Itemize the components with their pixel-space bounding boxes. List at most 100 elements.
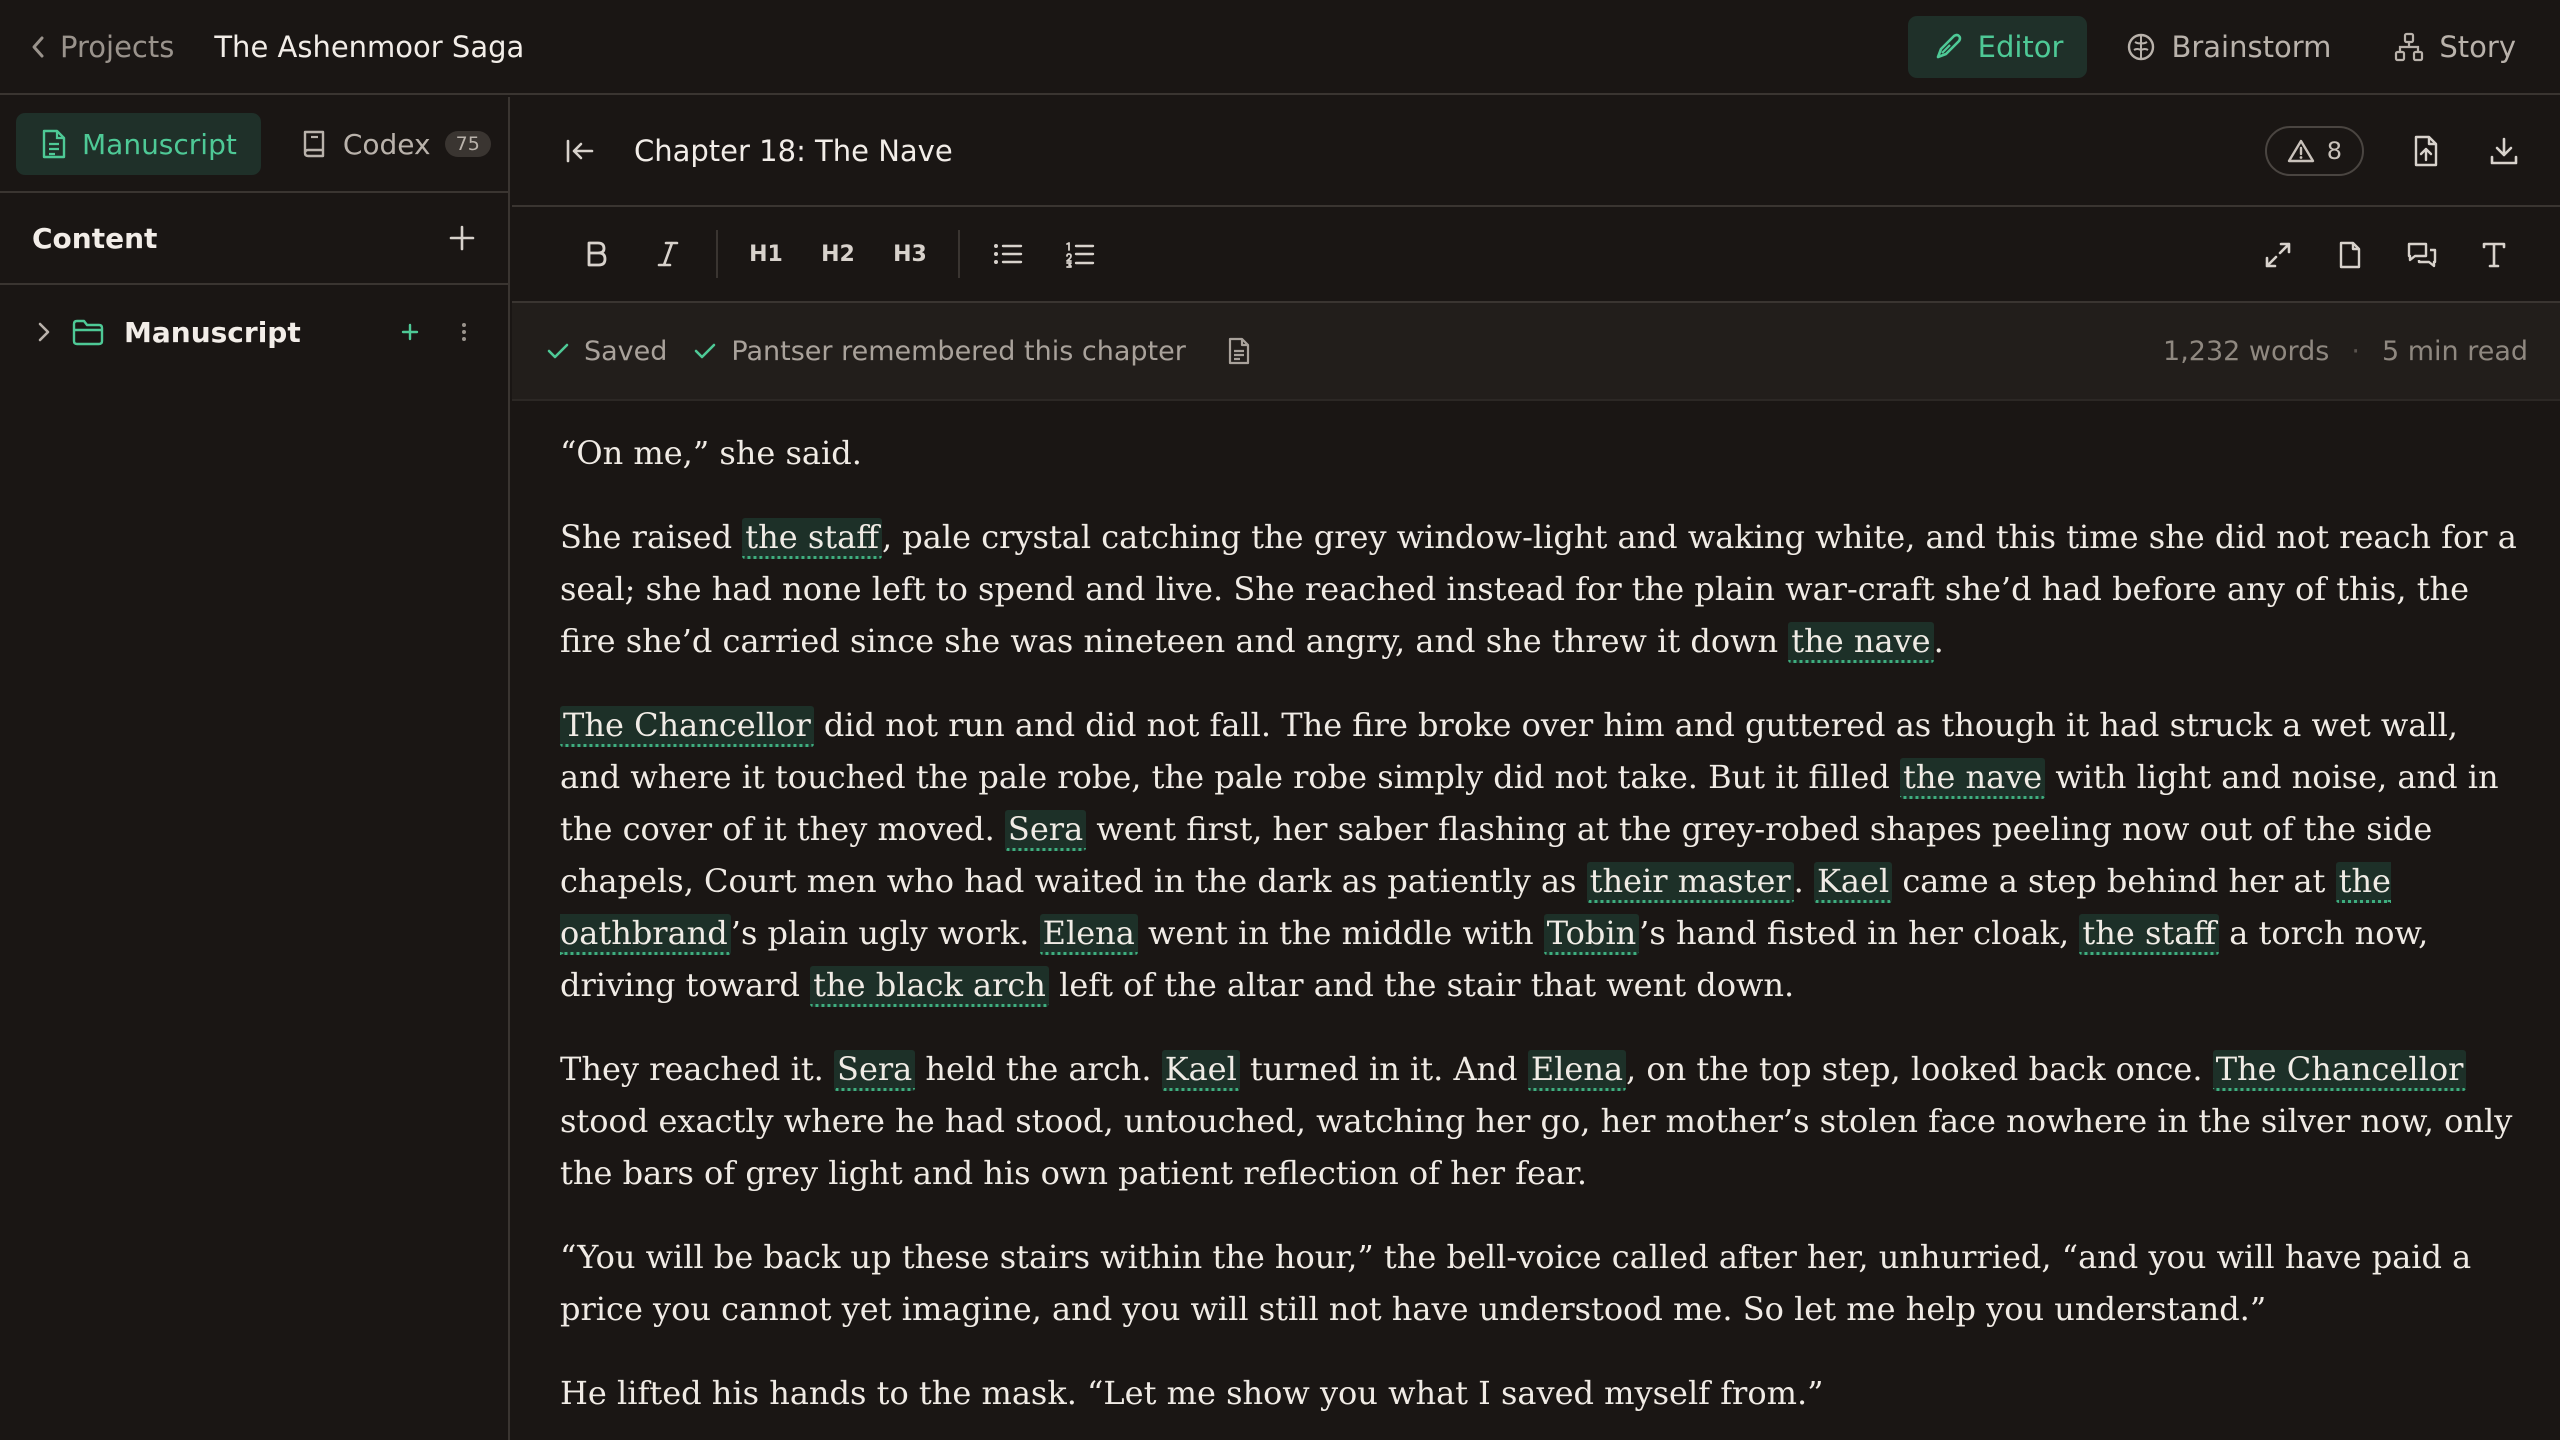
chapter-header: Chapter 18: The Nave 8 [512,97,2560,207]
top-bar: Projects The Ashenmoor Saga Editor Brain… [0,0,2560,95]
heading-1-button[interactable]: H1 [730,226,802,282]
content-title: Content [32,221,158,255]
notes-icon [1226,336,1252,366]
codex-entity-link[interactable]: the staff [742,518,882,559]
heading-2-button[interactable]: H2 [802,226,874,282]
sidebar-tab-codex-label: Codex [342,127,431,161]
bullet-list-icon [992,241,1024,267]
sidebar-tab-manuscript[interactable]: Manuscript [16,113,261,175]
project-title: The Ashenmoor Saga [214,29,525,64]
italic-button[interactable] [632,226,704,282]
codex-entity-link[interactable]: the nave [1899,758,2046,799]
text-type-icon [2480,241,2508,269]
download-button[interactable] [2488,135,2520,167]
tree-item-manuscript[interactable]: Manuscript [0,285,508,379]
add-to-manuscript-button[interactable] [400,322,420,342]
back-to-projects-link[interactable]: Projects [30,30,174,64]
collapse-sidebar-button[interactable] [564,137,596,165]
paragraph: She raised the staff, pale crystal catch… [560,511,2520,667]
numbered-list-icon [1064,240,1096,268]
editor-pane: Chapter 18: The Nave 8 H1 H2 H3 Saved Pa… [512,97,2560,1440]
view-tabs: Editor Brainstorm Story [1907,16,2540,78]
heading-3-button[interactable]: H3 [874,226,946,282]
word-count: 1,232 words [2163,335,2330,367]
toolbar-divider [716,230,718,278]
document-icon [40,128,68,160]
add-content-button[interactable] [448,224,476,252]
codex-entity-link[interactable]: Sera [1004,810,1087,851]
tab-editor-label: Editor [1977,30,2064,64]
remembered-status: Pantser remembered this chapter [693,335,1186,367]
chevron-right-icon[interactable] [36,320,52,344]
typography-button[interactable] [2458,227,2530,283]
tab-story[interactable]: Story [2369,16,2540,78]
plus-icon [448,224,476,252]
check-icon [546,341,570,361]
paragraph: They reached it. Sera held the arch. Kae… [560,1050,2513,1192]
codex-entity-link[interactable]: Tobin [1543,914,1640,955]
chapter-actions: 8 [2264,126,2520,176]
remembered-label: Pantser remembered this chapter [731,335,1186,367]
warnings-button[interactable]: 8 [2264,126,2364,176]
fullscreen-button[interactable] [2242,227,2314,283]
codex-entity-link[interactable]: Elena [1039,914,1138,955]
page-view-button[interactable] [2314,227,2386,283]
check-icon [693,341,717,361]
more-options-button[interactable] [460,320,468,344]
paragraph: “On me,” she said. [560,434,862,472]
back-label: Projects [60,29,175,64]
sidebar-tabs: Manuscript Codex 75 [0,97,508,193]
book-icon [301,128,329,160]
comments-icon [2406,240,2438,270]
read-time: 5 min read [2381,335,2528,367]
bullet-list-button[interactable] [972,226,1044,282]
comments-button[interactable] [2386,227,2458,283]
codex-entity-link[interactable]: Elena [1527,1050,1627,1091]
export-file-button[interactable] [2412,134,2440,168]
codex-entity-link[interactable]: the staff [2079,914,2220,955]
chapter-notes-button[interactable] [1226,336,1252,366]
toolbar-divider [958,230,960,278]
bold-button[interactable] [560,226,632,282]
paragraph: The Chancellor did not run and did not f… [560,699,2520,1011]
page-icon [2337,240,2363,270]
plus-icon [400,322,420,342]
expand-icon [2263,240,2293,270]
sidebar-tab-manuscript-label: Manuscript [82,127,237,161]
warning-triangle-icon [2287,138,2315,164]
folder-icon [72,318,104,346]
paragraph: “You will be back up these stairs within… [560,1238,2472,1328]
toolbar-right [2242,227,2530,283]
content-header: Content [0,193,508,285]
saved-status: Saved [546,336,667,367]
download-icon [2488,135,2520,167]
tab-story-label: Story [2439,30,2516,64]
codex-entity-link[interactable]: their master [1586,862,1794,903]
codex-entity-link[interactable]: the nave [1788,622,1934,663]
codex-entity-link[interactable]: The Chancellor [560,706,814,747]
bold-icon [584,240,608,268]
separator-dot: · [2351,335,2360,367]
codex-entity-link[interactable]: The Chancellor [2212,1050,2467,1091]
saved-label: Saved [584,335,668,367]
arrow-left-to-line-icon [564,137,596,165]
codex-entity-link[interactable]: Kael [1814,862,1893,903]
status-bar: Saved Pantser remembered this chapter 1,… [512,303,2560,401]
paragraph: He lifted his hands to the mask. “Let me… [560,1374,1824,1412]
pen-icon [1932,31,1964,63]
chevron-left-icon [30,34,46,60]
format-toolbar: H1 H2 H3 [512,207,2560,303]
codex-entity-link[interactable]: Sera [834,1050,916,1091]
tab-brainstorm[interactable]: Brainstorm [2101,16,2355,78]
codex-entity-link[interactable]: the black arch [810,966,1049,1007]
chapter-title: Chapter 18: The Nave [634,134,953,168]
manuscript-editor[interactable]: “On me,” she said. She raised the staff,… [512,401,2560,1419]
tree-item-label: Manuscript [124,315,301,349]
codex-entity-link[interactable]: Kael [1161,1050,1240,1091]
italic-icon [656,240,680,268]
more-vertical-icon [460,320,468,344]
sidebar-tab-codex[interactable]: Codex 75 [277,113,515,175]
numbered-list-button[interactable] [1044,226,1116,282]
tab-editor[interactable]: Editor [1907,16,2088,78]
network-icon [2393,31,2425,63]
